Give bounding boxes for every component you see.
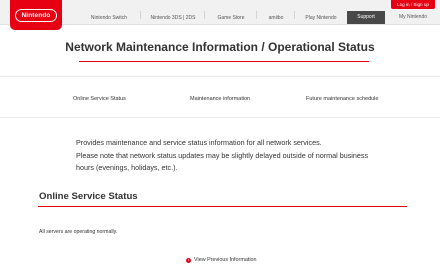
subnav-bottom-border (0, 117, 440, 118)
view-previous-information-link[interactable]: View Previous Information (186, 256, 257, 264)
intro-line-2: Please note that network status updates … (76, 150, 369, 173)
intro-text: Provides maintenance and service status … (76, 137, 376, 175)
nav-divider (140, 11, 141, 19)
nav-divider (256, 11, 257, 19)
nintendo-logo-wordmark: Nintendo (15, 9, 57, 22)
subnav-online-service-status[interactable]: Online Service Status (73, 96, 126, 102)
subnav-top-border (0, 76, 440, 77)
nav-divider (294, 11, 295, 19)
title-underline (79, 61, 369, 63)
view-previous-information-label: View Previous Information (194, 257, 257, 263)
nav-nintendo-3ds-2ds[interactable]: Nintendo 3DS | 2DS (143, 0, 203, 24)
login-signup-button[interactable]: Log in / Sign up (391, 0, 435, 9)
nav-nintendo-switch[interactable]: Nintendo Switch (80, 0, 138, 24)
nav-amiibo[interactable]: amiibo (260, 0, 292, 24)
nav-divider (204, 11, 205, 19)
nav-game-store[interactable]: Game Store (208, 0, 254, 24)
page-title: Network Maintenance Information / Operat… (65, 40, 375, 54)
status-message: All servers are operating normally. (39, 229, 118, 235)
intro-line-1: Provides maintenance and service status … (76, 138, 322, 147)
section-underline (38, 206, 407, 208)
top-nav-bar: Nintendo Switch Nintendo 3DS | 2DS Game … (0, 0, 440, 25)
subnav-maintenance-information[interactable]: Maintenance information (190, 96, 250, 102)
circle-arrow-right-icon (186, 257, 191, 263)
online-service-status-heading: Online Service Status (39, 191, 138, 202)
nav-support-tab[interactable]: Support (347, 11, 385, 24)
nav-my-nintendo[interactable]: My Nintendo (391, 11, 435, 24)
nav-play-nintendo[interactable]: Play Nintendo (298, 0, 344, 24)
subnav-future-maintenance-schedule[interactable]: Future maintenance schedule (306, 96, 378, 102)
nintendo-logo[interactable]: Nintendo (10, 0, 62, 30)
